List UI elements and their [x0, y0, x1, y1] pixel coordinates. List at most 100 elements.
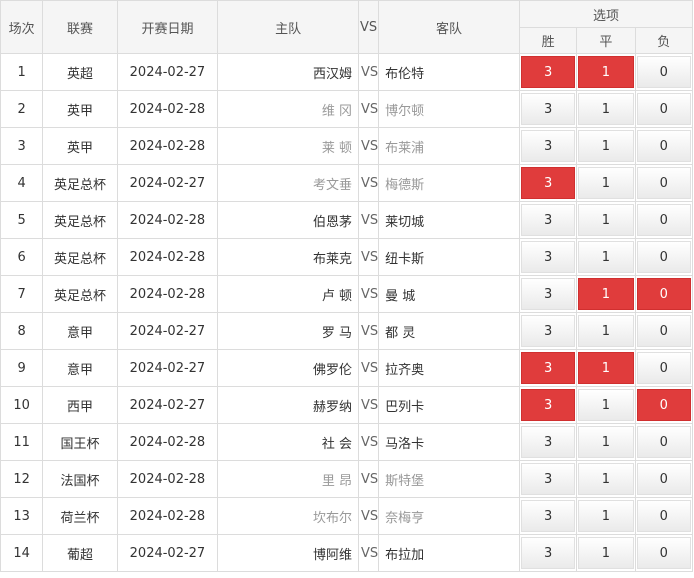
win-option-button[interactable]: 3: [520, 93, 576, 125]
draw-option-cell: 1: [576, 312, 636, 350]
lose-option-cell: 0: [634, 349, 694, 387]
draw-option-button[interactable]: 1: [578, 315, 634, 347]
win-option-button[interactable]: 3: [520, 426, 576, 458]
home-team: 社 会: [217, 423, 360, 461]
lose-option-button[interactable]: 0: [636, 352, 691, 384]
lose-option-button[interactable]: 0: [636, 278, 691, 310]
lose-option-button[interactable]: 0: [636, 56, 691, 88]
draw-option-button[interactable]: 1: [578, 56, 634, 88]
win-option-button[interactable]: 3: [520, 167, 576, 199]
table-row: 7 英足总杯 2024-02-28 卢 顿 VS 曼 城310: [0, 275, 694, 313]
lose-option-button[interactable]: 0: [636, 241, 691, 273]
date-cell: 2024-02-28: [116, 238, 219, 276]
win-option-button[interactable]: 3: [520, 278, 576, 310]
league-cell: 英足总杯: [42, 201, 118, 239]
draw-option-cell: 1: [576, 127, 636, 165]
home-team: 博阿维: [217, 534, 360, 572]
date-cell: 2024-02-28: [116, 127, 219, 165]
lose-option-cell: 0: [634, 127, 694, 165]
date-cell: 2024-02-28: [116, 497, 219, 535]
table-row: 6 英足总杯 2024-02-28 布莱克 VS 纽卡斯 3 1 0: [0, 238, 694, 276]
away-team: 巴列卡: [378, 386, 520, 424]
round-cell: 4: [0, 164, 44, 202]
date-cell: 2024-02-28: [116, 90, 219, 128]
win-option-cell: 3: [518, 386, 578, 424]
lose-option-button[interactable]: 0: [636, 389, 691, 421]
table-row: 4 英足总杯 2024-02-27 考文垂 VS 梅德斯 3 1 0: [0, 164, 694, 202]
round-cell: 11: [0, 423, 44, 461]
home-team: 西汉姆: [217, 53, 360, 91]
win-option-button[interactable]: 3: [520, 56, 576, 88]
home-team: 布莱克: [217, 238, 360, 276]
league-cell: 国王杯: [42, 423, 118, 461]
lose-option-cell: 0: [634, 497, 694, 535]
header-win: 胜: [518, 27, 578, 54]
win-option-cell: 3: [518, 460, 578, 498]
vs-label: VS: [358, 460, 380, 498]
draw-option-cell: 1: [576, 497, 636, 535]
win-option-cell: 3: [518, 423, 578, 461]
lose-option-button[interactable]: 0: [636, 130, 691, 162]
date-cell: 2024-02-27: [116, 349, 219, 387]
away-team: 纽卡斯: [378, 238, 520, 276]
win-option-button[interactable]: 3: [520, 537, 576, 569]
table-row: 8 意甲 2024-02-27 罗 马 VS 都 灵310: [0, 312, 694, 350]
date-cell: 2024-02-27: [116, 386, 219, 424]
draw-option-cell: 1: [576, 201, 636, 239]
lose-option-cell: 0: [634, 238, 694, 276]
win-option-button[interactable]: 3: [520, 315, 576, 347]
league-cell: 意甲: [42, 349, 118, 387]
draw-option-button[interactable]: 1: [578, 463, 634, 495]
away-team: 拉齐奥: [378, 349, 520, 387]
table-row: 5 英足总杯 2024-02-28 伯恩茅 VS 莱切城 3 1 0: [0, 201, 694, 239]
lose-option-cell: 0: [634, 164, 694, 202]
lose-option-button[interactable]: 0: [636, 537, 691, 569]
date-cell: 2024-02-28: [116, 201, 219, 239]
draw-option-button[interactable]: 1: [578, 352, 634, 384]
vs-label: VS: [358, 238, 380, 276]
lose-option-button[interactable]: 0: [636, 426, 691, 458]
draw-option-button[interactable]: 1: [578, 389, 634, 421]
league-cell: 英甲: [42, 90, 118, 128]
draw-option-button[interactable]: 1: [578, 278, 634, 310]
round-cell: 10: [0, 386, 44, 424]
date-cell: 2024-02-27: [116, 534, 219, 572]
lose-option-button[interactable]: 0: [636, 93, 691, 125]
win-option-button[interactable]: 3: [520, 204, 576, 236]
win-option-button[interactable]: 3: [520, 500, 576, 532]
lose-option-button[interactable]: 0: [636, 500, 691, 532]
draw-option-button[interactable]: 1: [578, 204, 634, 236]
win-option-button[interactable]: 3: [520, 130, 576, 162]
draw-option-button[interactable]: 1: [578, 537, 634, 569]
home-team: 卢 顿: [217, 275, 360, 313]
win-option-cell: 3: [518, 127, 578, 165]
win-option-button[interactable]: 3: [520, 389, 576, 421]
round-cell: 1: [0, 53, 44, 91]
win-option-button[interactable]: 3: [520, 463, 576, 495]
away-team: 奈梅亨: [378, 497, 520, 535]
draw-option-button[interactable]: 1: [578, 500, 634, 532]
league-cell: 意甲: [42, 312, 118, 350]
lose-option-cell: 0: [634, 201, 694, 239]
draw-option-cell: 1: [576, 238, 636, 276]
draw-option-button[interactable]: 1: [578, 93, 634, 125]
lose-option-button[interactable]: 0: [636, 167, 691, 199]
win-option-button[interactable]: 3: [520, 352, 576, 384]
league-cell: 英足总杯: [42, 164, 118, 202]
vs-label: VS: [358, 164, 380, 202]
table-row: 3 英甲 2024-02-28 莱 顿 VS 布莱浦 3 1 0: [0, 127, 694, 165]
away-team: 梅德斯: [378, 164, 520, 202]
draw-option-button[interactable]: 1: [578, 167, 634, 199]
win-option-button[interactable]: 3: [520, 241, 576, 273]
lose-option-cell: 0: [634, 53, 694, 91]
lose-option-button[interactable]: 0: [636, 315, 691, 347]
draw-option-button[interactable]: 1: [578, 130, 634, 162]
header-away: 客队: [378, 0, 520, 54]
table-row: 14 葡超 2024-02-27 博阿维 VS 布拉加 3 1 0: [0, 534, 694, 572]
lose-option-button[interactable]: 0: [636, 204, 691, 236]
draw-option-button[interactable]: 1: [578, 426, 634, 458]
round-cell: 13: [0, 497, 44, 535]
draw-option-button[interactable]: 1: [578, 241, 634, 273]
lose-option-cell: 0: [634, 90, 694, 128]
lose-option-button[interactable]: 0: [636, 463, 691, 495]
